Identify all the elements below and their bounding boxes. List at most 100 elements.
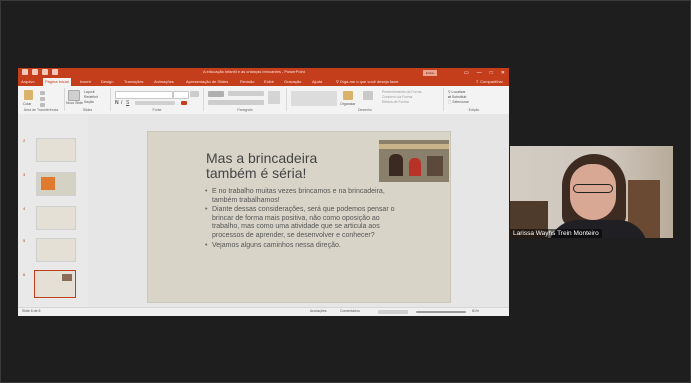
group-label-editing: Edição xyxy=(468,108,480,112)
slide-thumbnail-5[interactable] xyxy=(36,238,76,262)
tab-pagina-inicial[interactable]: Página Inicial xyxy=(43,78,71,86)
share-label: Compartilhar xyxy=(480,79,503,84)
current-slide[interactable]: Mas a brincadeira também é séria! E no t… xyxy=(147,131,451,303)
tab-animacoes[interactable]: Animações xyxy=(154,79,174,84)
photo-figure xyxy=(389,154,403,176)
save-icon[interactable] xyxy=(22,69,28,75)
font-name-dropdown[interactable] xyxy=(115,91,173,99)
thumbnail-image xyxy=(62,274,72,281)
arrange-button[interactable]: Organizar xyxy=(340,102,355,106)
slide-thumbnail-3[interactable] xyxy=(36,172,76,196)
paste-label: Colar xyxy=(23,102,32,106)
font-size-dropdown[interactable] xyxy=(173,91,189,99)
slide-number-4: 4 xyxy=(23,206,26,211)
slide-number-2: 2 xyxy=(23,138,26,143)
slide-thumbnail-6[interactable] xyxy=(34,270,76,298)
slide-thumbnail-4[interactable] xyxy=(36,206,76,230)
italic-button[interactable]: I xyxy=(121,100,122,106)
slide-title[interactable]: Mas a brincadeira também é séria! xyxy=(206,151,366,181)
format-painter-icon[interactable] xyxy=(40,103,45,107)
share-button[interactable]: ⇪ Compartilhar xyxy=(476,79,503,84)
paste-icon[interactable] xyxy=(24,90,33,100)
select-label: Selecionar xyxy=(452,100,469,104)
slide-photo[interactable] xyxy=(379,140,449,182)
notes-button[interactable]: Anotações xyxy=(310,309,327,313)
tab-arquivo[interactable]: Arquivo xyxy=(21,79,35,84)
ribbon: Colar Área de Transferência Novo Slide L… xyxy=(18,86,509,115)
indent-icons[interactable] xyxy=(228,91,264,96)
alignment-icons[interactable] xyxy=(208,100,264,105)
group-label-slides: Slides xyxy=(82,108,93,112)
bullets-icon[interactable] xyxy=(208,91,224,97)
group-font: N I S Fonte xyxy=(111,88,204,112)
close-icon[interactable]: ✕ xyxy=(501,69,505,77)
group-label-drawing: Desenho xyxy=(357,108,372,112)
redo-icon[interactable] xyxy=(42,69,48,75)
tab-revisao[interactable]: Revisão xyxy=(240,79,254,84)
tell-me-search[interactable]: ⚲ Diga-me o que você deseja fazer xyxy=(336,79,399,84)
slide-counter: Slide 6 de 6 xyxy=(22,309,41,313)
tab-design[interactable]: Design xyxy=(101,79,113,84)
find-button[interactable]: ⚲ Localizar xyxy=(448,90,466,94)
shape-fill-button[interactable]: Preenchimento da Forma xyxy=(382,90,422,94)
layout-button[interactable]: Layout xyxy=(84,90,95,94)
slide-number-5: 5 xyxy=(23,238,26,243)
shape-effects-button[interactable]: Efeitos de Forma xyxy=(382,100,409,104)
zoom-level[interactable]: 81% xyxy=(472,309,479,313)
slide-number-3: 3 xyxy=(23,172,26,177)
window-controls: ▭ — □ ✕ xyxy=(464,69,505,77)
bold-button[interactable]: N xyxy=(115,100,119,106)
font-format-icons[interactable] xyxy=(135,101,175,105)
shape-outline-button[interactable]: Contorno da Forma xyxy=(382,95,412,99)
slide-bullet-list[interactable]: E no trabalho muitas vezes brincamos e n… xyxy=(205,188,405,251)
tab-exibir[interactable]: Exibir xyxy=(264,79,274,84)
tab-inserir[interactable]: Inserir xyxy=(80,79,91,84)
tab-transicoes[interactable]: Transições xyxy=(124,79,143,84)
slide-number-6: 6 xyxy=(23,272,26,277)
signin-button[interactable]: Entrar xyxy=(423,70,437,76)
start-presentation-icon[interactable] xyxy=(52,69,58,75)
comments-button[interactable]: Comentários xyxy=(340,309,360,313)
photo-figure xyxy=(427,156,443,176)
cut-icon[interactable] xyxy=(40,91,45,95)
arrange-icon[interactable] xyxy=(343,91,353,100)
bullet-item: E no trabalho muitas vezes brincamos e n… xyxy=(205,188,405,205)
tab-apresentacao[interactable]: Apresentação de Slides xyxy=(186,79,228,84)
zoom-slider[interactable] xyxy=(416,311,466,313)
shared-screen: A educação infantil e as crianças brinca… xyxy=(18,68,509,316)
select-button[interactable]: ⬚ Selecionar xyxy=(448,100,469,104)
text-direction-icon[interactable] xyxy=(268,91,280,104)
slides-panel: 2 3 4 5 6 xyxy=(18,114,88,308)
ribbon-display-icon[interactable]: ▭ xyxy=(464,69,469,77)
new-slide-icon[interactable] xyxy=(68,90,80,101)
maximize-icon[interactable]: □ xyxy=(490,69,493,77)
minimize-icon[interactable]: — xyxy=(477,69,482,77)
underline-button[interactable]: S xyxy=(126,100,129,106)
tab-gravacao[interactable]: Gravação xyxy=(284,79,301,84)
font-color-icon[interactable] xyxy=(181,101,187,105)
copy-icon[interactable] xyxy=(40,97,45,101)
group-label-paragraph: Parágrafo xyxy=(237,108,253,112)
group-clipboard: Colar Área de Transferência xyxy=(18,88,65,112)
group-slides: Novo Slide Layout Redefinir Seção Slides xyxy=(65,88,111,112)
powerpoint-titlebar: A educação infantil e as crianças brinca… xyxy=(18,68,509,78)
view-buttons[interactable] xyxy=(378,310,408,314)
slide-thumbnail-2[interactable] xyxy=(36,138,76,162)
reset-button[interactable]: Redefinir xyxy=(84,95,98,99)
photo-awning xyxy=(379,144,449,149)
replace-button[interactable]: ⇄ Substituir xyxy=(448,95,467,99)
group-label-clipboard: Área de Transferência xyxy=(23,108,59,112)
undo-icon[interactable] xyxy=(32,69,38,75)
quick-access-toolbar xyxy=(22,69,58,75)
shapes-gallery[interactable] xyxy=(291,91,337,106)
document-title: A educação infantil e as crianças brinca… xyxy=(203,69,305,74)
status-bar: Slide 6 de 6 Anotações Comentários 81% xyxy=(18,307,509,316)
section-button[interactable]: Seção xyxy=(84,100,94,104)
bullet-item: Diante dessas considerações, será que po… xyxy=(205,206,405,240)
ribbon-tabs: Arquivo Página Inicial Inserir Design Tr… xyxy=(18,78,509,86)
participant-video[interactable]: Larissa Wayhs Trein Monteiro xyxy=(510,146,673,238)
replace-label: Substituir xyxy=(451,95,467,99)
quick-styles-icon[interactable] xyxy=(363,91,373,100)
grow-font-icon[interactable] xyxy=(190,91,199,97)
tab-ajuda[interactable]: Ajuda xyxy=(312,79,322,84)
